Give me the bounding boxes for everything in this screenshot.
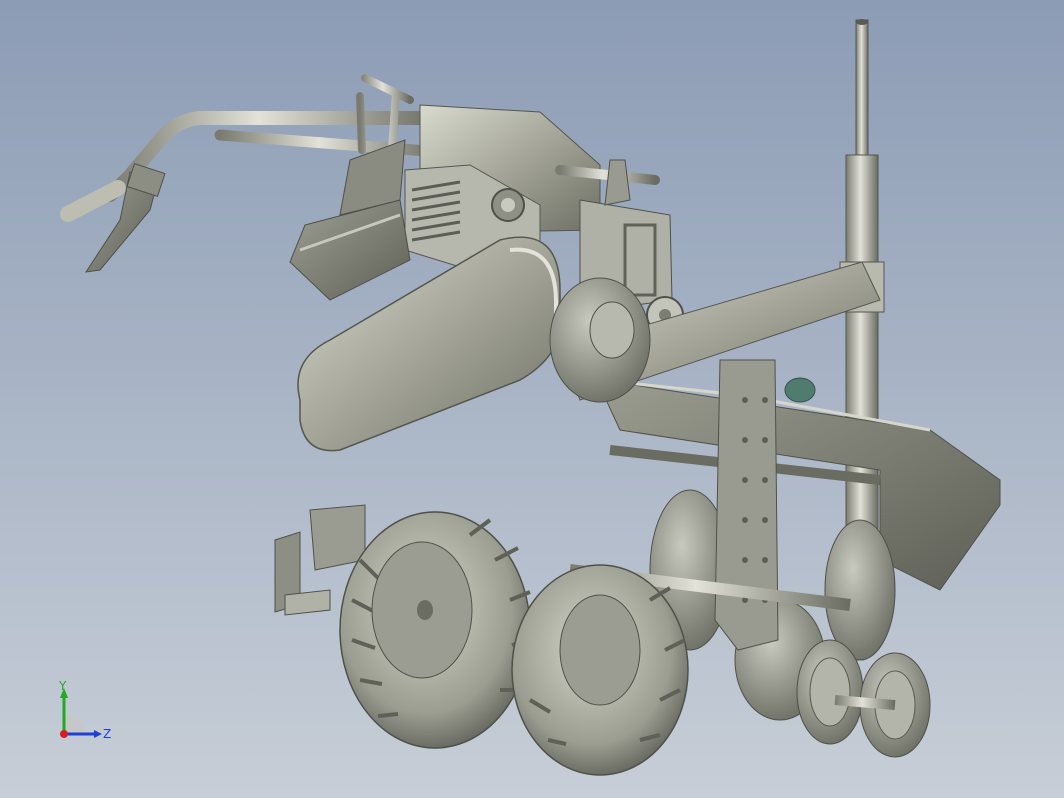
z-axis-label: Z <box>103 727 111 741</box>
drive-wheel-right[interactable] <box>511 564 689 776</box>
z-axis-arrow <box>94 730 102 738</box>
x-axis-dot <box>60 730 68 738</box>
3d-viewport[interactable]: Y Z <box>0 0 1064 798</box>
axis-triad: Y Z <box>50 676 120 746</box>
cultivator-model[interactable] <box>0 0 1064 798</box>
gear-hub[interactable] <box>549 277 651 403</box>
drive-wheel-left[interactable] <box>339 511 531 749</box>
axis-triad-plane <box>64 714 84 734</box>
y-axis-label: Y <box>58 679 67 693</box>
